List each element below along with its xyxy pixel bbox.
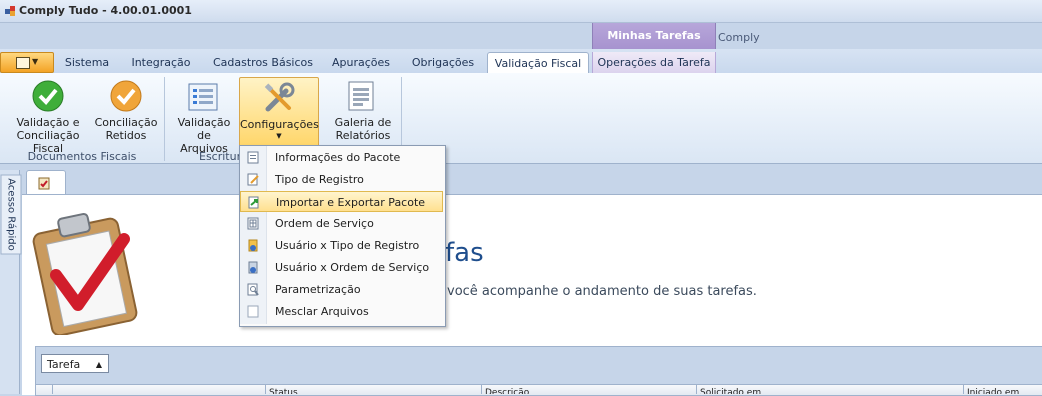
task-clipboard-icon — [38, 177, 50, 190]
user-order-icon — [248, 261, 258, 274]
column-header-solicitado[interactable]: Solicitado em — [696, 384, 964, 394]
tab-sistema[interactable]: Sistema — [60, 55, 114, 71]
group-label-documentos-fiscais: Documentos Fiscais — [27, 150, 137, 163]
menu-item-label: Ordem de Serviço — [275, 217, 374, 230]
tab-validacao-fiscal[interactable]: Validação Fiscal — [487, 52, 589, 74]
conciliacao-retidos-button[interactable]: Conciliação Retidos — [94, 116, 158, 142]
menu-item-informacoes-pacote[interactable]: Informações do Pacote — [240, 147, 443, 168]
window-title: Comply Tudo - 4.00.01.0001 — [19, 4, 192, 17]
group-by-chip[interactable]: Tarefa ▲ — [41, 354, 109, 373]
merge-files-icon — [247, 305, 259, 318]
sort-ascending-icon: ▲ — [95, 360, 102, 369]
app-logo-icon — [5, 6, 15, 16]
contextual-tab-group: Minhas Tarefas — [592, 23, 716, 49]
import-export-icon — [248, 196, 259, 209]
button-label-line1: Configurações — [240, 118, 319, 131]
chevron-down-icon: ▼ — [276, 132, 282, 140]
menu-item-label: Tipo de Registro — [275, 173, 364, 186]
contextual-app-label: Comply — [718, 31, 760, 44]
menu-item-label: Parametrização — [275, 283, 361, 296]
menu-item-label: Informações do Pacote — [275, 151, 401, 164]
tab-operacoes-da-tarefa[interactable]: Operações da Tarefa — [592, 52, 716, 73]
chevron-down-icon: ▼ — [32, 57, 39, 66]
column-header-iniciado[interactable]: Iniciado em — [963, 384, 1042, 394]
edit-record-icon — [247, 173, 259, 186]
tab-integracao[interactable]: Integração — [127, 55, 195, 71]
group-by-label: Tarefa — [47, 358, 81, 371]
menu-item-importar-exportar[interactable]: Importar e Exportar Pacote — [240, 191, 443, 212]
menu-item-label: Importar e Exportar Pacote — [276, 196, 426, 209]
menu-item-parametrizacao[interactable]: Parametrização — [240, 279, 443, 300]
parameters-icon — [247, 283, 259, 296]
application-menu-button[interactable]: ▼ — [0, 52, 54, 73]
contextual-group-title: Minhas Tarefas — [607, 29, 701, 42]
tab-cadastros-basicos[interactable]: Cadastros Básicos — [209, 55, 317, 71]
button-label-line1: Galeria de — [334, 116, 392, 129]
menu-item-label: Usuário x Tipo de Registro — [275, 239, 420, 252]
menu-item-mesclar-arquivos[interactable]: Mesclar Arquivos — [240, 301, 443, 322]
validation-list-icon — [188, 83, 218, 111]
page-title: fas — [445, 238, 484, 268]
tab-apuracoes[interactable]: Apurações — [327, 55, 395, 71]
green-check-icon — [32, 80, 64, 112]
package-info-icon — [247, 151, 259, 164]
document-tab[interactable] — [26, 170, 66, 195]
menu-item-usuario-tipo-registro[interactable]: Usuário x Tipo de Registro — [240, 235, 443, 256]
menu-item-tipo-registro[interactable]: Tipo de Registro — [240, 169, 443, 190]
configuracoes-button[interactable]: Configurações ▼ — [239, 77, 319, 147]
clipboard-check-icon — [32, 212, 138, 335]
user-record-icon — [248, 239, 258, 252]
column-header-descricao[interactable]: Descrição — [481, 384, 697, 394]
menu-item-ordem-servico[interactable]: Ordem de Serviço — [240, 213, 443, 234]
button-label-line2: Relatórios — [335, 129, 391, 142]
button-label-line1: Validação — [177, 116, 231, 129]
column-header-blank[interactable] — [52, 384, 266, 394]
tab-obrigacoes[interactable]: Obrigações — [407, 55, 479, 71]
column-header-status[interactable]: Status — [265, 384, 482, 394]
report-gallery-icon — [348, 81, 374, 111]
group-separator — [164, 77, 165, 161]
menu-item-usuario-ordem-servico[interactable]: Usuário x Ordem de Serviço — [240, 257, 443, 278]
menu-item-label: Usuário x Ordem de Serviço — [275, 261, 430, 274]
button-label-line1: Validação e — [16, 116, 80, 129]
app-menu-icon — [16, 57, 30, 69]
button-label-line2: Retidos — [105, 129, 147, 142]
quick-access-tab[interactable]: Acesso Rápido — [0, 174, 22, 255]
orange-check-icon — [110, 80, 142, 112]
page-subtitle: você acompanhe o andamento de suas taref… — [447, 284, 757, 299]
menu-item-label: Mesclar Arquivos — [275, 305, 369, 318]
button-label-line1: Conciliação — [94, 116, 158, 129]
tools-icon — [264, 82, 295, 112]
service-order-icon — [247, 217, 259, 230]
galeria-de-relatorios-button[interactable]: Galeria de Relatórios — [332, 116, 394, 142]
